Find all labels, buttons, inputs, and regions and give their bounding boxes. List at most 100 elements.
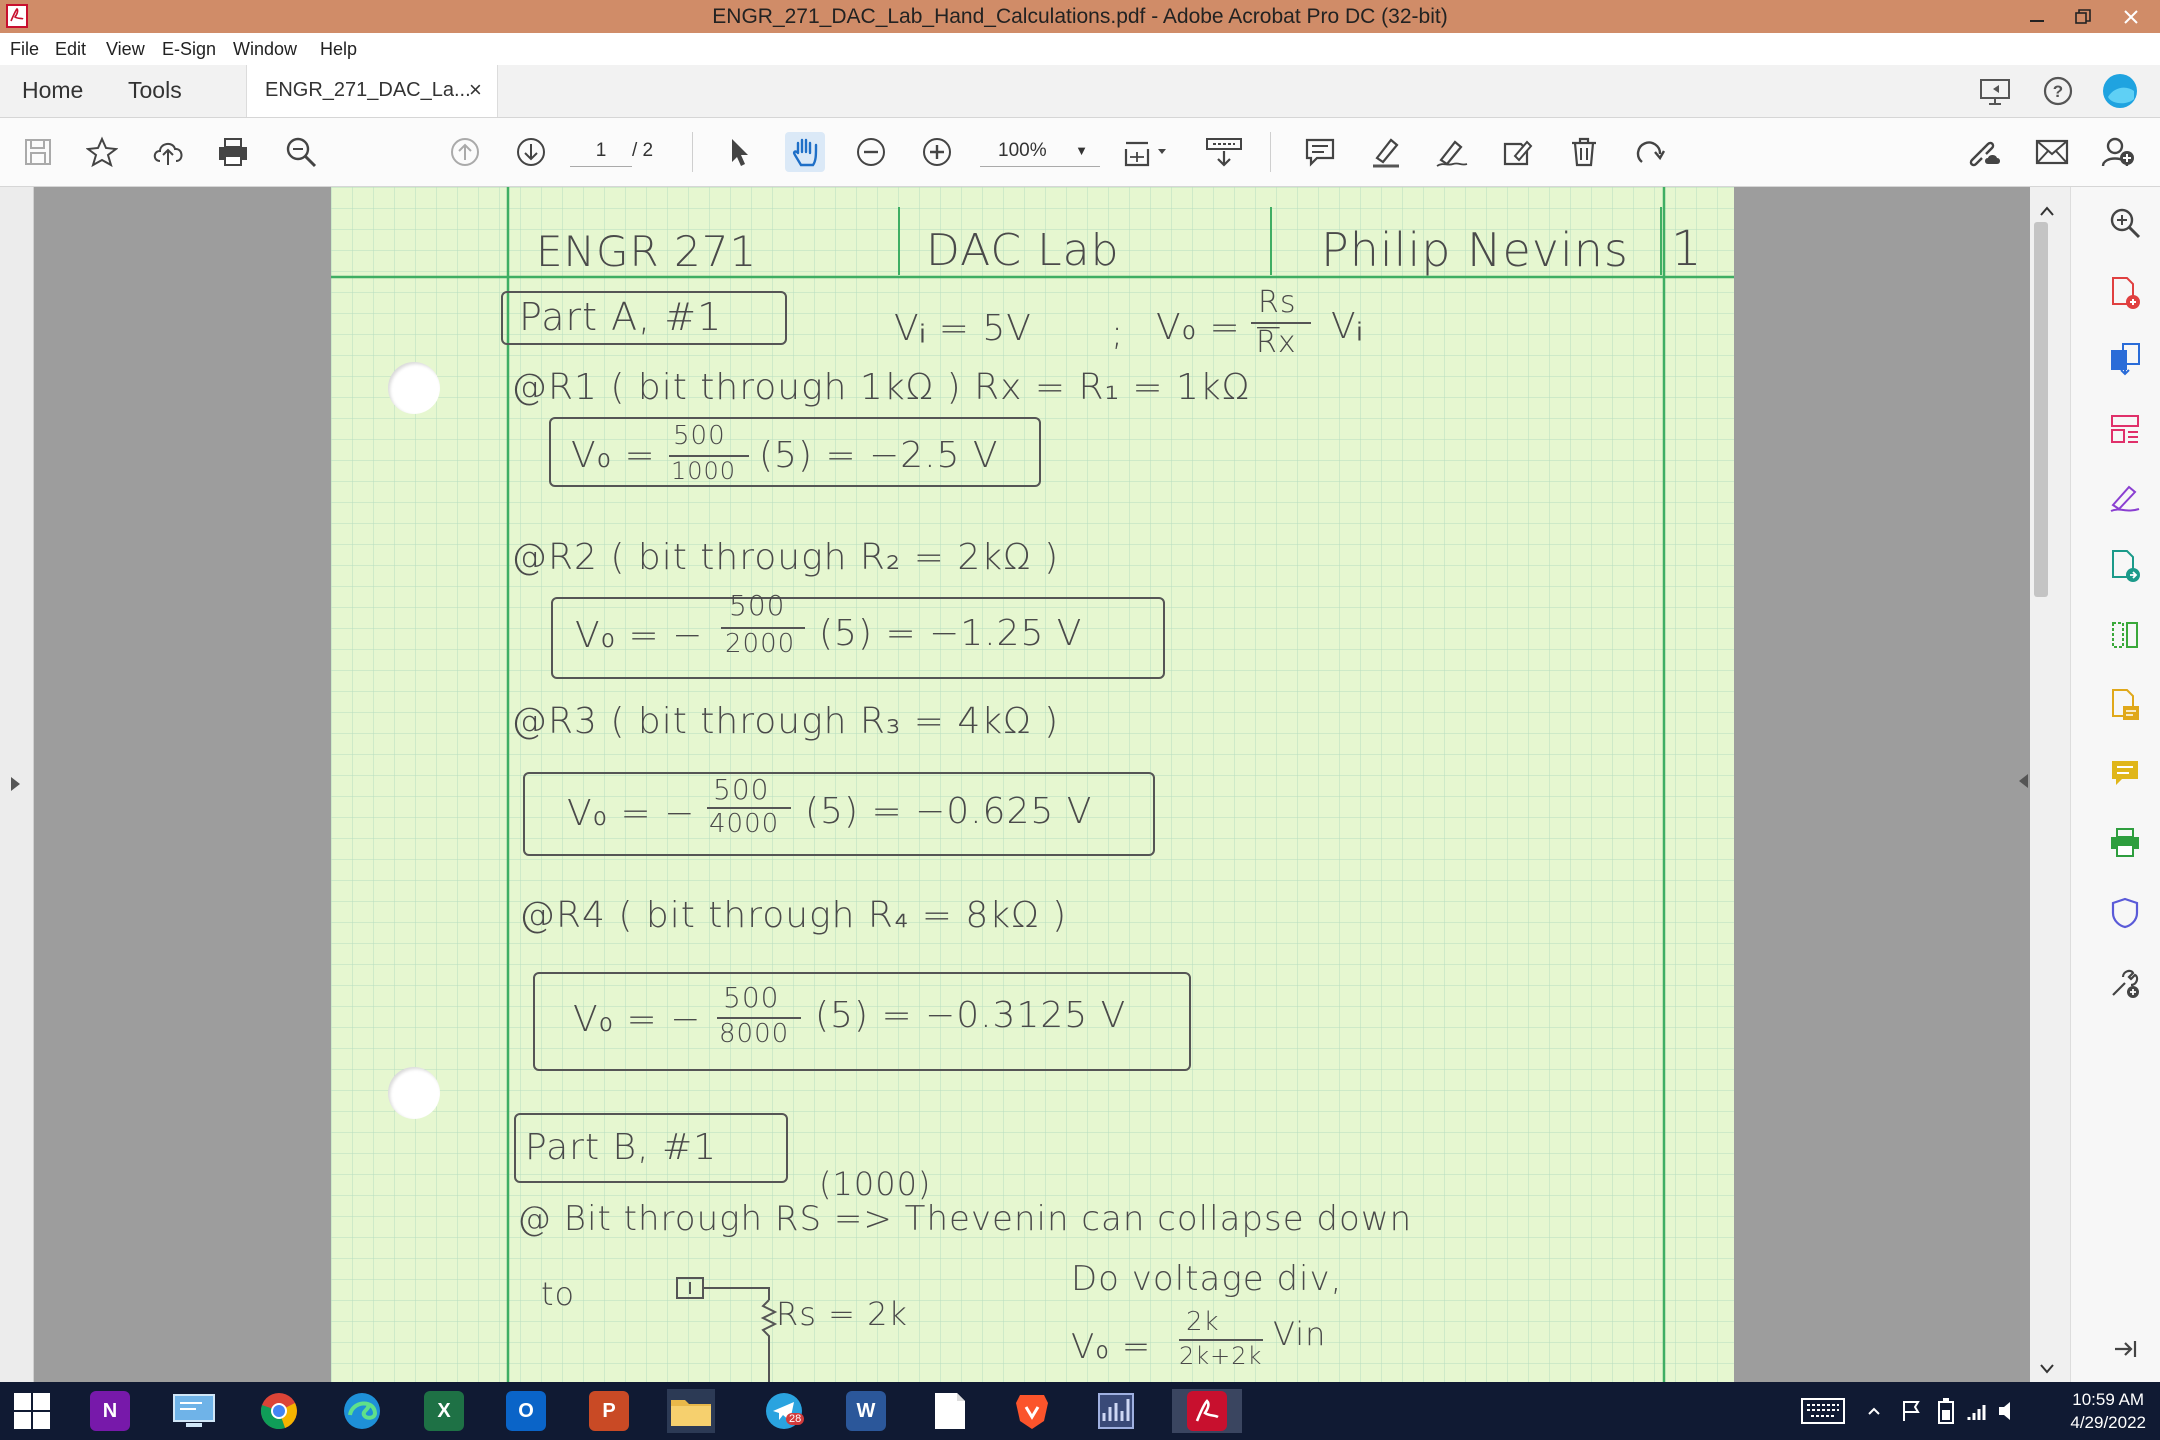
email-button[interactable]: [2032, 132, 2072, 172]
stamp-button[interactable]: [1498, 132, 1538, 172]
r3-denominator: 4000: [709, 809, 780, 839]
show-hidden-icons-button[interactable]: [1862, 1389, 1886, 1433]
comment-tool-button[interactable]: [2104, 752, 2146, 794]
left-panel-toggle[interactable]: [0, 187, 34, 1382]
tray-network-flag[interactable]: [1898, 1389, 1926, 1433]
comment-button[interactable]: [1300, 132, 1340, 172]
menu-view[interactable]: View: [106, 39, 145, 60]
account-avatar[interactable]: [2100, 71, 2140, 111]
page-display-button[interactable]: [1120, 132, 1172, 172]
send-for-signature-button[interactable]: [2104, 545, 2146, 587]
r3-numerator: 500: [713, 773, 770, 806]
scroll-up-icon[interactable]: [2039, 205, 2055, 217]
draw-button[interactable]: [1432, 132, 1472, 172]
next-page-button[interactable]: [511, 132, 551, 172]
edit-pdf-icon: [2109, 688, 2141, 722]
page-fit-icon: [1122, 135, 1170, 169]
protect-button[interactable]: [2104, 892, 2146, 934]
compare-files-button[interactable]: [2104, 614, 2146, 656]
taskbar-excel[interactable]: X: [420, 1389, 468, 1433]
flag-icon: [1901, 1399, 1923, 1423]
part-b-label: Part B, #1: [525, 1127, 718, 1168]
scrollbar-thumb[interactable]: [2034, 222, 2048, 597]
highlight-button[interactable]: [1366, 132, 1406, 172]
chevron-left-icon[interactable]: [2016, 772, 2030, 790]
edit-pdf-button[interactable]: [2104, 684, 2146, 726]
organize-pages-button[interactable]: [2104, 408, 2146, 450]
menu-edit[interactable]: Edit: [55, 39, 86, 60]
taskbar-chrome[interactable]: [255, 1389, 303, 1433]
telegram-badge: 28: [786, 1413, 805, 1425]
upload-button[interactable]: [148, 132, 188, 172]
folder-icon: [669, 1392, 713, 1430]
rotate-arrow-icon: [1634, 136, 1666, 168]
restore-button[interactable]: [2060, 0, 2106, 33]
taskbar-clock[interactable]: 10:59 AM 4/29/2022: [2070, 1388, 2146, 1434]
search-button[interactable]: [281, 132, 321, 172]
tab-tools[interactable]: Tools: [128, 77, 182, 104]
undo-button[interactable]: [1630, 132, 1670, 172]
r4-denominator: 8000: [719, 1019, 790, 1049]
create-pdf-button[interactable]: [2104, 272, 2146, 314]
part-a-label: Part A, #1: [519, 295, 723, 339]
share-screen-button[interactable]: [1976, 71, 2016, 111]
tab-document[interactable]: ENGR_271_DAC_La... ×: [246, 65, 498, 117]
minimize-button[interactable]: [2014, 0, 2060, 33]
taskbar-task-manager[interactable]: [1092, 1389, 1140, 1433]
minus-circle-icon: [855, 136, 887, 168]
taskbar-acrobat[interactable]: [1172, 1389, 1242, 1433]
zoom-tool-button[interactable]: [2104, 202, 2146, 244]
collapse-panel-button[interactable]: [2104, 1328, 2146, 1370]
taskbar-word[interactable]: W: [842, 1389, 890, 1433]
taskbar-outlook[interactable]: O: [502, 1389, 550, 1433]
scroll-down-icon[interactable]: [2039, 1363, 2055, 1375]
menu-file[interactable]: File: [10, 39, 39, 60]
taskbar-edge[interactable]: [338, 1389, 386, 1433]
delete-button[interactable]: [1564, 132, 1604, 172]
toolbar-divider: [1270, 132, 1271, 172]
taskbar-telegram[interactable]: 28: [760, 1389, 808, 1433]
part-b-vin: Vin: [1273, 1315, 1327, 1353]
select-tool-button[interactable]: [719, 132, 759, 172]
zoom-level-dropdown[interactable]: 100% ▼: [980, 136, 1100, 167]
print-button[interactable]: [213, 132, 253, 172]
fill-sign-button[interactable]: [2104, 476, 2146, 518]
zoom-in-button[interactable]: [917, 132, 957, 172]
add-user-button[interactable]: [2098, 132, 2138, 172]
tray-battery[interactable]: [1932, 1389, 1960, 1433]
taskbar-remote-desktop[interactable]: [170, 1389, 218, 1433]
taskbar-powerpoint[interactable]: P: [585, 1389, 633, 1433]
add-person-icon: [2101, 136, 2135, 168]
page-number-input[interactable]: 1: [570, 136, 632, 167]
hand-tool-button[interactable]: [785, 132, 825, 172]
tray-wifi[interactable]: [1964, 1389, 1992, 1433]
tray-volume[interactable]: [1994, 1389, 2022, 1433]
tab-document-label: ENGR_271_DAC_La...: [265, 79, 471, 101]
previous-page-button[interactable]: [445, 132, 485, 172]
menu-esign[interactable]: E-Sign: [162, 39, 216, 60]
help-button[interactable]: ?: [2038, 71, 2078, 111]
touch-keyboard-button[interactable]: [1798, 1389, 1848, 1433]
start-button[interactable]: [8, 1389, 56, 1433]
taskbar-brave[interactable]: [1008, 1389, 1056, 1433]
signal-bars-icon: [1966, 1400, 1990, 1422]
taskbar-file-explorer[interactable]: [667, 1389, 715, 1433]
tab-home[interactable]: Home: [22, 77, 83, 104]
zoom-out-button[interactable]: [851, 132, 891, 172]
menu-window[interactable]: Window: [233, 39, 297, 60]
tab-close-button[interactable]: ×: [469, 77, 482, 103]
save-button[interactable]: [18, 132, 58, 172]
bookmark-button[interactable]: [82, 132, 122, 172]
fraction-bar: [1251, 322, 1311, 324]
menu-help[interactable]: Help: [320, 39, 357, 60]
print-production-button[interactable]: [2104, 822, 2146, 864]
close-window-button[interactable]: [2108, 0, 2154, 33]
scroll-mode-button[interactable]: [1200, 132, 1248, 172]
export-pdf-button[interactable]: [2104, 338, 2146, 380]
more-tools-button[interactable]: [2104, 962, 2146, 1004]
taskbar-onenote[interactable]: N: [86, 1389, 134, 1433]
toolbar-divider: [692, 132, 693, 172]
r3-lhs: V₀ = −: [567, 793, 696, 834]
share-link-button[interactable]: [1966, 132, 2006, 172]
taskbar-notepad[interactable]: [926, 1389, 974, 1433]
